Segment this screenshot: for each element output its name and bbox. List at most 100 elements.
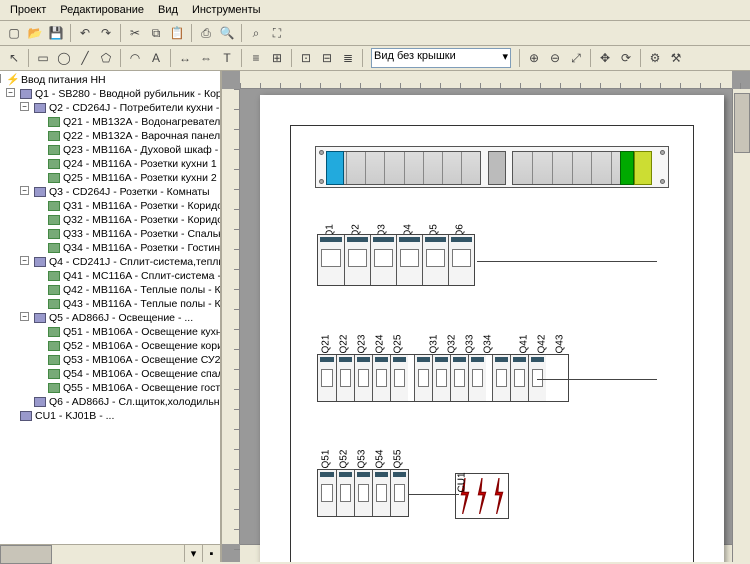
breaker-Q52[interactable]: [336, 470, 354, 516]
tree-toggle[interactable]: −: [6, 88, 15, 97]
breaker-Q4[interactable]: [396, 235, 422, 285]
tree-toggle[interactable]: −: [0, 74, 1, 83]
breaker-Q6[interactable]: [448, 235, 474, 285]
menu-view[interactable]: Вид: [152, 2, 184, 18]
tree-scrollbar-h[interactable]: ▾ ▪: [0, 544, 220, 562]
breaker-Q32[interactable]: [432, 355, 450, 401]
undo-button[interactable]: ↶: [75, 23, 95, 43]
tree-toggle[interactable]: −: [20, 102, 29, 111]
print-preview-button[interactable]: 🔍: [217, 23, 237, 43]
menu-tools[interactable]: Инструменты: [186, 2, 267, 18]
drawing-page[interactable]: Q1Q2Q3Q4Q5Q6 Q21Q22Q23Q24Q25Q31Q32Q33Q34…: [260, 95, 724, 562]
tree-item-Q4[interactable]: Q4 - CD241J - Сплит-система,теплые -: [32, 255, 220, 269]
line-button[interactable]: ╱: [75, 48, 95, 68]
breaker-Q34[interactable]: [468, 355, 486, 401]
grid-button[interactable]: ⊞: [267, 48, 287, 68]
terminal-block-frame[interactable]: [315, 146, 669, 188]
tree-item-Q34[interactable]: Q34 - MB116A - Розетки - Гостина: [46, 241, 220, 255]
tree-item-Q52[interactable]: Q52 - MB106A - Освещение коридо: [46, 339, 220, 353]
text-button[interactable]: A: [146, 48, 166, 68]
tree-item-Q21[interactable]: Q21 - MB132A - Водонагреватель -: [46, 115, 220, 129]
breaker-Q41[interactable]: [492, 355, 510, 401]
breaker-Q51[interactable]: [318, 470, 336, 516]
breaker-Q5[interactable]: [422, 235, 448, 285]
terminal-block-bridge[interactable]: [488, 151, 506, 185]
zoom-out-button[interactable]: ⊖: [545, 48, 565, 68]
refresh-button[interactable]: ⟳: [616, 48, 636, 68]
breaker-Q3[interactable]: [370, 235, 396, 285]
paste-button[interactable]: 📋: [167, 23, 187, 43]
tree-item-Q6[interactable]: Q6 - AD866J - Сл.щиток,холодильник -: [32, 395, 220, 409]
tree-item-Q22[interactable]: Q22 - MB132A - Варочная панель -: [46, 129, 220, 143]
tree-menu-btn[interactable]: ▪: [202, 545, 220, 562]
tree-item-Q24[interactable]: Q24 - MB116A - Розетки кухни 1 - К: [46, 157, 220, 171]
cfg1-button[interactable]: ⚙: [645, 48, 665, 68]
tree-item-Q54[interactable]: Q54 - MB106A - Освещение спальн: [46, 367, 220, 381]
breaker-Q43[interactable]: [528, 355, 546, 401]
tree-toggle[interactable]: −: [20, 256, 29, 265]
cut-button[interactable]: ✂: [125, 23, 145, 43]
open-button[interactable]: 📂: [25, 23, 45, 43]
breaker-Q31[interactable]: [414, 355, 432, 401]
tree-collapse-btn[interactable]: ▾: [184, 545, 202, 562]
tree-item-Q31[interactable]: Q31 - MB116A - Розетки - Коридор: [46, 199, 220, 213]
circle-button[interactable]: ◯: [54, 48, 74, 68]
tree-item-Q5[interactable]: Q5 - AD866J - Освещение - ...: [32, 311, 220, 325]
tree-item-Q42[interactable]: Q42 - MB116A - Теплые полы - Кух: [46, 283, 220, 297]
breaker-Q54[interactable]: [372, 470, 390, 516]
tree-item-Q23[interactable]: Q23 - MB116A - Духовой шкаф - К: [46, 143, 220, 157]
tree-item-Q32[interactable]: Q32 - MB116A - Розетки - Коридор: [46, 213, 220, 227]
tree-item-Q51[interactable]: Q51 - MB106A - Освещение кухни -: [46, 325, 220, 339]
breaker-Q33[interactable]: [450, 355, 468, 401]
tree-toggle[interactable]: −: [20, 312, 29, 321]
breaker-Q25[interactable]: [390, 355, 408, 401]
menu-project[interactable]: Проект: [4, 2, 52, 18]
save-button[interactable]: 💾: [46, 23, 66, 43]
tree-item-Q25[interactable]: Q25 - MB116A - Розетки кухни 2 - К: [46, 171, 220, 185]
dim-c-button[interactable]: T: [217, 48, 237, 68]
terminal-block-neutral[interactable]: [326, 151, 481, 185]
tree-item-Q55[interactable]: Q55 - MB106A - Освещение гостин: [46, 381, 220, 395]
project-tree[interactable]: −⚡Ввод питания НН−Q1 - SB280 - Вводной р…: [0, 71, 220, 544]
breaker-Q21[interactable]: [318, 355, 336, 401]
terminal-block-ground[interactable]: [512, 151, 652, 185]
breaker-Q1[interactable]: [318, 235, 344, 285]
new-button[interactable]: ▢: [4, 23, 24, 43]
group-button[interactable]: ⊡: [296, 48, 316, 68]
tree-item-Q41[interactable]: Q41 - MC116A - Сплит-система - Го: [46, 269, 220, 283]
zoom-ext-button[interactable]: ⤢: [566, 48, 586, 68]
tree-item-CU1[interactable]: CU1 - KJ01B - ...: [18, 409, 220, 423]
breaker-Q42[interactable]: [510, 355, 528, 401]
tree-item-Q3[interactable]: Q3 - CD264J - Розетки - Комнаты: [32, 185, 220, 199]
breaker-Q22[interactable]: [336, 355, 354, 401]
tree-item-Q2[interactable]: Q2 - CD264J - Потребители кухни - Кух: [32, 101, 220, 115]
align-button[interactable]: ≣: [338, 48, 358, 68]
breaker-Q23[interactable]: [354, 355, 372, 401]
zoom-region-button[interactable]: ⌕: [246, 23, 266, 43]
ungroup-button[interactable]: ⊟: [317, 48, 337, 68]
cursor-button[interactable]: ↖: [4, 48, 24, 68]
tree-item-Q43[interactable]: Q43 - MB116A - Теплые полы - Кор: [46, 297, 220, 311]
poly-button[interactable]: ⬠: [96, 48, 116, 68]
zoom-fit-button[interactable]: ⛶: [267, 23, 287, 43]
breaker-Q53[interactable]: [354, 470, 372, 516]
print-button[interactable]: ⎙: [196, 23, 216, 43]
arc-button[interactable]: ◠: [125, 48, 145, 68]
redo-button[interactable]: ↷: [96, 23, 116, 43]
tree-item-Q1[interactable]: Q1 - SB280 - Вводной рубильник - Коридо: [18, 87, 220, 101]
tree-item-Q33[interactable]: Q33 - MB116A - Розетки - Спальня: [46, 227, 220, 241]
pan-button[interactable]: ✥: [595, 48, 615, 68]
cfg2-button[interactable]: ⚒: [666, 48, 686, 68]
breaker-Q2[interactable]: [344, 235, 370, 285]
tree-toggle[interactable]: −: [20, 186, 29, 195]
zoom-in-button[interactable]: ⊕: [524, 48, 544, 68]
view-mode-select[interactable]: Вид без крышки▾: [371, 48, 511, 68]
dim-b-button[interactable]: ⇔: [196, 48, 216, 68]
breaker-Q24[interactable]: [372, 355, 390, 401]
scrollbar-vertical[interactable]: [732, 89, 750, 562]
tree-item-Q53[interactable]: Q53 - MB106A - Освещение СУ2,ко: [46, 353, 220, 367]
dim-a-button[interactable]: ↔: [175, 48, 195, 68]
layers-button[interactable]: ≡: [246, 48, 266, 68]
menu-edit[interactable]: Редактирование: [54, 2, 150, 18]
tree-root[interactable]: ⚡Ввод питания НН: [4, 73, 220, 87]
